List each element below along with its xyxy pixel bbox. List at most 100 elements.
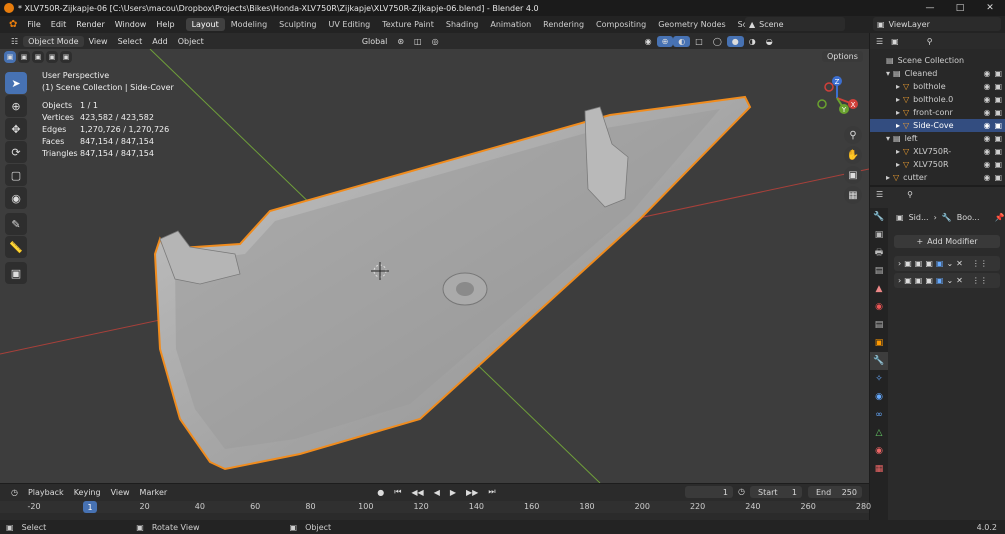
solid-shading-icon[interactable]: ● (726, 35, 744, 47)
eye-icon[interactable]: ◉ (983, 82, 990, 91)
tab-animation[interactable]: Animation (484, 18, 537, 31)
pivot-icon[interactable]: ⊛ (392, 36, 409, 47)
modifier-panel-2[interactable]: › ▣ ▣ ▣ ▣ ⌄ ✕ ⋮⋮ (894, 273, 1000, 288)
proportional-edit-icon[interactable]: ◎ (427, 36, 444, 47)
cursor-icon[interactable]: ⊕ (5, 95, 27, 117)
viewport-toggle-icon[interactable]: ▣ (925, 259, 933, 268)
particles-tab-icon[interactable]: ✧ (870, 370, 888, 388)
remove-modifier-icon[interactable]: ✕ (956, 259, 963, 268)
camera-render-icon[interactable]: ▣ (994, 108, 1002, 117)
next-keyframe-icon[interactable]: ▶▶ (461, 487, 483, 498)
expand-chevron-icon[interactable]: › (898, 259, 901, 268)
xray-icon[interactable]: □ (690, 36, 708, 47)
view-layer-selector[interactable]: ▣ ViewLayer (873, 17, 1001, 31)
pin-icon[interactable]: 📌 (995, 213, 1005, 222)
measure-icon[interactable]: 📏 (5, 236, 27, 258)
data-tab-icon[interactable]: △ (870, 424, 888, 442)
tab-geometry-nodes[interactable]: Geometry Nodes (652, 18, 731, 31)
minimize-icon[interactable]: — (915, 0, 945, 16)
eye-icon[interactable]: ◉ (983, 108, 990, 117)
outliner-item-7[interactable]: ▸ ▽ XLV750R ◉ ▣ (870, 158, 1005, 171)
prev-keyframe-icon[interactable]: ◀◀ (406, 487, 428, 498)
camera-render-icon[interactable]: ▣ (994, 121, 1002, 130)
editor-type-icon[interactable]: ☷ (6, 36, 23, 47)
collection-tab-icon[interactable]: ▤ (870, 316, 888, 334)
eye-icon[interactable]: ◉ (983, 134, 990, 143)
menu-keying[interactable]: Keying (69, 487, 106, 498)
options-button[interactable]: Options (822, 51, 863, 62)
record-icon[interactable]: ● (372, 487, 389, 498)
material-tab-icon[interactable]: ◉ (870, 442, 888, 460)
menu-view-timeline[interactable]: View (106, 487, 135, 498)
expand-chevron-icon[interactable]: ▸ (896, 108, 900, 117)
menu-object[interactable]: Object (173, 36, 209, 47)
drag-handle-icon[interactable]: ⋮⋮ (972, 276, 988, 285)
pan-hand-icon[interactable]: ✋ (844, 146, 862, 164)
annotate-icon[interactable]: ✎ (5, 213, 27, 235)
add-cube-icon[interactable]: ▣ (5, 262, 27, 284)
current-frame-field[interactable]: 1 (685, 486, 733, 498)
outliner-item-2[interactable]: ▸ ▽ bolthole.0 ◉ ▣ (870, 93, 1005, 106)
scene-tab-icon[interactable]: ▲ (870, 280, 888, 298)
tab-uv-editing[interactable]: UV Editing (323, 18, 377, 31)
play-reverse-icon[interactable]: ◀ (429, 487, 445, 498)
render-toggle-icon[interactable]: ▣ (936, 276, 944, 285)
outliner-item-1[interactable]: ▸ ▽ bolthole ◉ ▣ (870, 80, 1005, 93)
gizmo-toggle-icon[interactable]: ⊕ (656, 35, 674, 47)
camera-render-icon[interactable]: ▣ (994, 82, 1002, 91)
select-subtract-icon[interactable]: ▣ (32, 51, 44, 63)
camera-render-icon[interactable]: ▣ (994, 69, 1002, 78)
properties-editor-icon[interactable]: ☰ (876, 190, 883, 199)
move-icon[interactable]: ✥ (5, 118, 27, 140)
object-tab-icon[interactable]: ▣ (870, 334, 888, 352)
playhead[interactable]: 1 (83, 501, 97, 513)
grid-perspective-icon[interactable]: ▦ (844, 186, 862, 204)
transform-orientation-dropdown[interactable]: Global (357, 36, 393, 47)
expand-chevron-icon[interactable]: ▸ (886, 173, 890, 182)
mode-dropdown[interactable]: Object Mode (23, 35, 84, 47)
remove-modifier-icon[interactable]: ✕ (956, 276, 963, 285)
wireframe-shading-icon[interactable]: ◯ (708, 36, 727, 47)
menu-marker[interactable]: Marker (135, 487, 173, 498)
modifier-tab-icon[interactable]: 🔧 (870, 352, 888, 370)
menu-file[interactable]: File (22, 20, 45, 29)
outliner-display-mode-icon[interactable]: ▣ (891, 37, 899, 46)
overlay-toggle-icon[interactable]: ◐ (673, 35, 691, 47)
play-icon[interactable]: ▶ (445, 487, 461, 498)
navigation-gizmo[interactable]: Z X Y (812, 73, 862, 123)
menu-edit[interactable]: Edit (46, 20, 72, 29)
clock-icon[interactable]: ◷ (738, 487, 745, 496)
output-tab-icon[interactable]: 🖶 (870, 244, 888, 262)
eye-icon[interactable]: ◉ (983, 121, 990, 130)
outliner-item-6[interactable]: ▸ ▽ XLV750R- ◉ ▣ (870, 145, 1005, 158)
eye-icon[interactable]: ◉ (983, 69, 990, 78)
expand-chevron-icon[interactable]: ▸ (896, 82, 900, 91)
menu-playback[interactable]: Playback (23, 487, 69, 498)
outliner-item-5[interactable]: ▾ ▤ left ◉ ▣ (870, 132, 1005, 145)
jump-end-icon[interactable]: ⏭ (483, 486, 500, 498)
3d-viewport[interactable]: User Perspective (1) Scene Collection | … (0, 49, 869, 483)
tab-sculpting[interactable]: Sculpting (273, 18, 322, 31)
eye-icon[interactable]: ◉ (983, 160, 990, 169)
expand-chevron-icon[interactable]: ▸ (896, 160, 900, 169)
tab-texture-paint[interactable]: Texture Paint (376, 18, 440, 31)
camera-render-icon[interactable]: ▣ (994, 134, 1002, 143)
zoom-icon[interactable]: ⚲ (844, 126, 862, 144)
viewport-toggle-icon[interactable]: ▣ (925, 276, 933, 285)
select-box-icon[interactable]: ➤ (5, 72, 27, 94)
tab-modeling[interactable]: Modeling (225, 18, 273, 31)
outliner-item-4[interactable]: ▸ ▽ Side-Cove ◉ ▣ (870, 119, 1005, 132)
timeline-editor-icon[interactable]: ◷ (6, 487, 23, 498)
select-new-icon[interactable]: ▣ (4, 51, 16, 63)
outliner-item-8[interactable]: ▸ ▽ cutter ◉ ▣ (870, 171, 1005, 184)
frame-ruler[interactable]: -200204060801001201401601802002202402602… (0, 501, 871, 513)
edit-mode-toggle-icon[interactable]: ▣ (915, 276, 923, 285)
menu-render[interactable]: Render (71, 20, 109, 29)
rotate-icon[interactable]: ⟳ (5, 141, 27, 163)
drag-handle-icon[interactable]: ⋮⋮ (972, 259, 988, 268)
visibility-icon[interactable]: ◉ (640, 36, 657, 47)
camera-render-icon[interactable]: ▣ (994, 147, 1002, 156)
world-tab-icon[interactable]: ◉ (870, 298, 888, 316)
menu-help[interactable]: Help (151, 20, 179, 29)
tab-layout[interactable]: Layout (185, 18, 225, 31)
